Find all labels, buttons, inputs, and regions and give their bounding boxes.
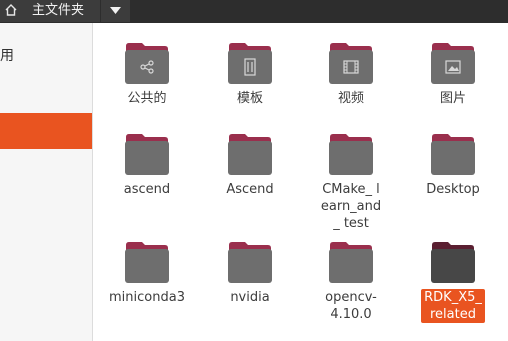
item-label: nvidia <box>230 290 270 305</box>
caret-down-icon <box>110 7 121 14</box>
folder-item[interactable]: 模板 <box>204 42 296 107</box>
path-bar: 主文件夹 <box>0 0 508 23</box>
item-label: 公共的 <box>127 91 167 106</box>
folder-item[interactable]: CMake_ learn_and_ test <box>305 133 397 232</box>
item-label: ascend <box>123 182 171 197</box>
folder-item[interactable]: ascend <box>101 133 193 198</box>
home-icon <box>5 4 17 16</box>
item-label: CMake_ learn_and_ test <box>320 182 382 231</box>
folder-icon <box>430 241 476 283</box>
sidebar-item-selected[interactable] <box>0 113 92 149</box>
folder-item-selected[interactable]: RDK_X5_ related <box>407 241 499 323</box>
template-icon <box>227 50 273 84</box>
share-icon <box>124 50 170 84</box>
folder-icon <box>227 241 273 283</box>
folder-icon <box>328 133 374 175</box>
folder-icon <box>227 133 273 175</box>
folder-item[interactable]: miniconda3 <box>101 241 193 306</box>
folder-icon <box>124 241 170 283</box>
item-label: 视频 <box>337 91 364 106</box>
folder-item[interactable]: nvidia <box>204 241 296 306</box>
sidebar: 用 <box>0 23 93 341</box>
folder-item[interactable]: Desktop <box>407 133 499 198</box>
folder-icon <box>328 42 374 84</box>
item-label: 模板 <box>236 91 263 106</box>
item-label: Ascend <box>226 182 274 197</box>
item-label: miniconda3 <box>109 290 185 305</box>
picture-icon <box>430 50 476 84</box>
sidebar-item-label[interactable]: 用 <box>0 47 14 65</box>
item-label: Desktop <box>426 182 480 197</box>
folder-icon <box>430 133 476 175</box>
path-label: 主文件夹 <box>32 3 85 18</box>
folder-icon <box>227 42 273 84</box>
folder-item[interactable]: 公共的 <box>101 42 193 107</box>
folder-item[interactable]: 图片 <box>407 42 499 107</box>
folder-icon <box>430 42 476 84</box>
item-label-selected: RDK_X5_ related <box>421 289 485 323</box>
folder-item[interactable]: Ascend <box>204 133 296 198</box>
folder-icon <box>124 42 170 84</box>
folder-item[interactable]: 视频 <box>305 42 397 107</box>
item-label: 图片 <box>439 91 466 106</box>
item-label: opencv- 4.10.0 <box>325 290 377 322</box>
home-path-button[interactable]: 主文件夹 <box>0 0 100 22</box>
path-dropdown-button[interactable] <box>101 0 130 22</box>
folder-icon <box>124 133 170 175</box>
video-icon <box>328 50 374 84</box>
folder-item[interactable]: opencv- 4.10.0 <box>305 241 397 323</box>
folder-icon <box>328 241 374 283</box>
